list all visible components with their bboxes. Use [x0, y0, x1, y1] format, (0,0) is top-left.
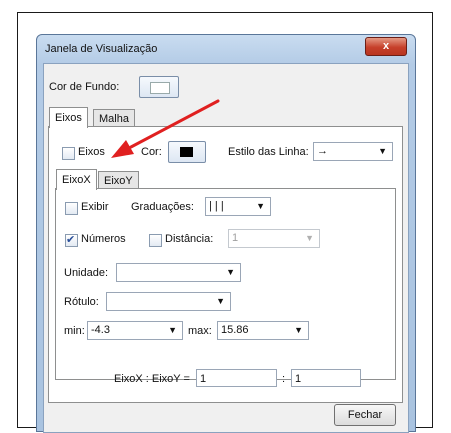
annotation-arrow — [111, 99, 220, 158]
tab-eixos[interactable]: Eixos — [49, 107, 88, 128]
arrow-head — [111, 140, 134, 158]
arrow-shaft — [129, 99, 220, 149]
tab-eixox[interactable]: EixoX — [56, 169, 97, 190]
